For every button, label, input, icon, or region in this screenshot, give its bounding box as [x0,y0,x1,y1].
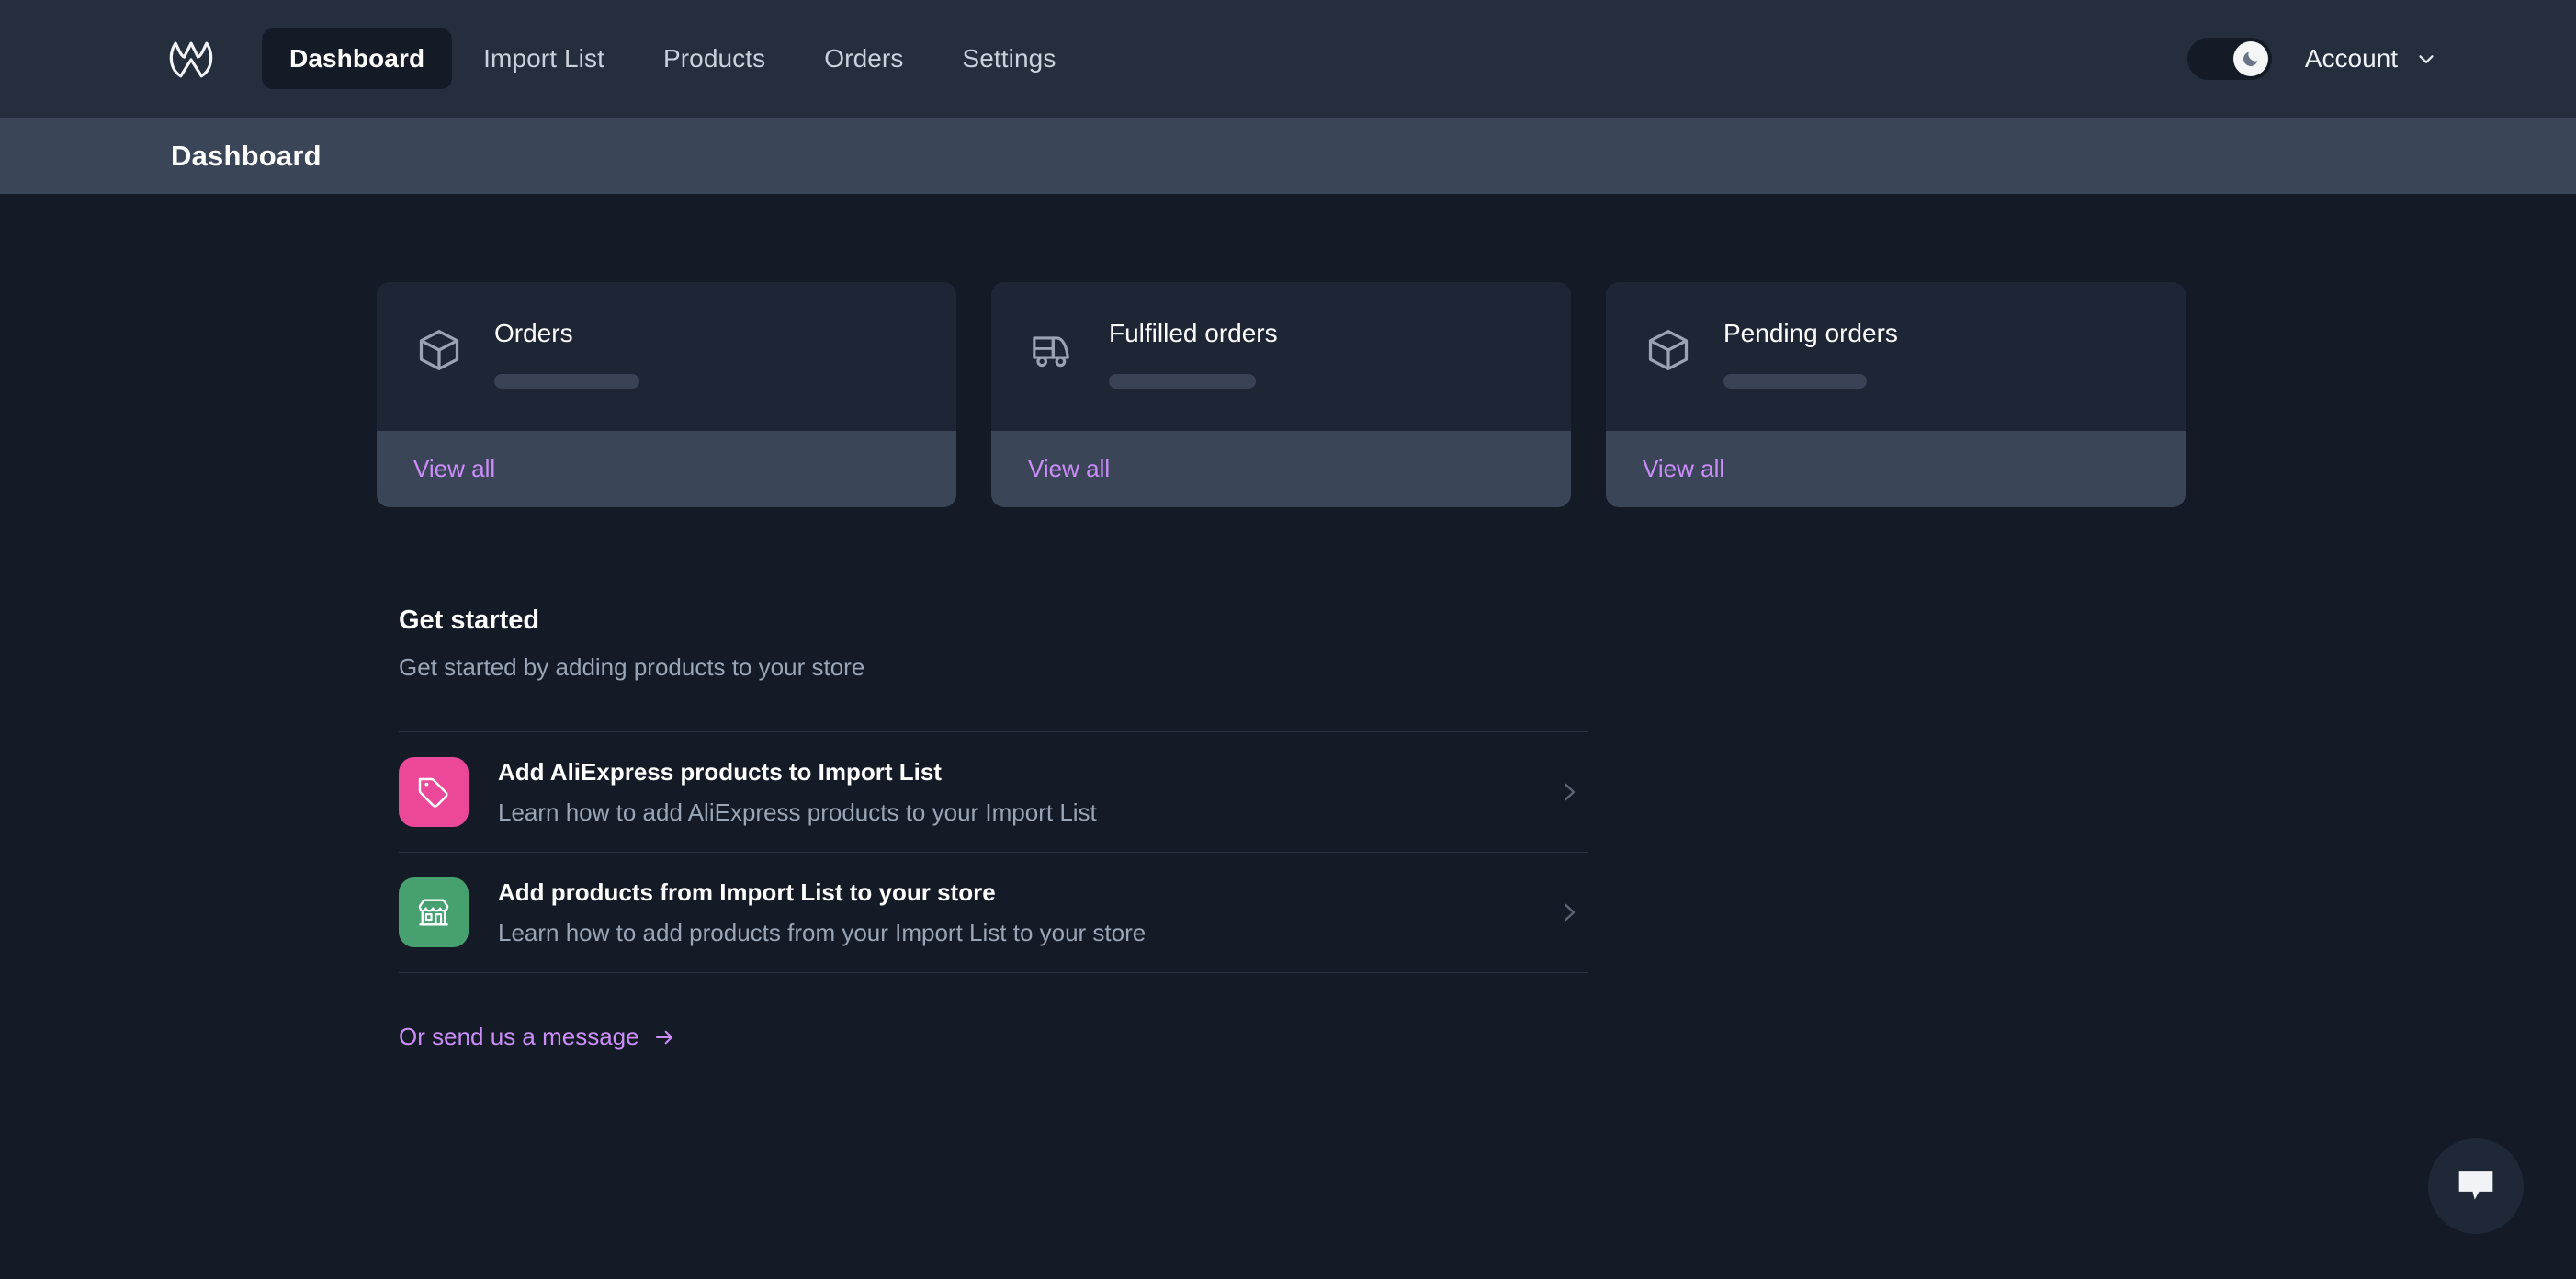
account-menu[interactable]: Account [2305,44,2438,74]
app-logo[interactable] [161,28,221,89]
send-us-a-message-label: Or send us a message [399,1023,639,1050]
view-all-link[interactable]: View all [413,455,495,482]
get-started-list: Add AliExpress products to Import List L… [399,731,1588,973]
stat-card-fulfilled-orders: Fulfilled orders View all [991,282,1571,507]
main-content: Orders View all Fulfilled orders View al… [0,194,2576,1051]
account-label: Account [2304,44,2398,73]
list-item-body: Add AliExpress products to Import List L… [498,758,1526,827]
stat-card-body: Orders [377,282,956,431]
nav-link-settings[interactable]: Settings [934,28,1083,89]
theme-toggle[interactable] [2186,38,2272,80]
wayfair-w-logo-icon [169,41,213,78]
theme-toggle-knob [2232,41,2268,76]
get-started-subtitle: Get started by adding products to your s… [399,653,865,681]
nav-link-dashboard[interactable]: Dashboard [262,28,453,89]
box-icon [413,324,465,376]
stat-card-title: Fulfilled orders [1109,319,1278,347]
top-navbar: Dashboard Import List Products Orders Se… [0,0,2576,118]
stat-card-text: Orders [494,317,920,389]
send-us-a-message-link[interactable]: Or send us a message [399,1023,676,1051]
nav-link-orders[interactable]: Orders [797,28,931,89]
stat-card-body: Pending orders [1606,282,2186,431]
stat-card-footer[interactable]: View all [377,431,956,507]
stat-card-footer[interactable]: View all [1606,431,2186,507]
page-title: Dashboard [171,139,322,172]
stat-card-title: Orders [494,319,573,347]
get-started-section: Get started Get started by adding produc… [399,606,1588,1051]
view-all-link[interactable]: View all [1643,455,1724,482]
page-header-bar: Dashboard [0,118,2576,194]
stat-card-text: Fulfilled orders [1109,317,1534,389]
navbar-right-group: Account [2186,38,2539,80]
nav-link-products[interactable]: Products [636,28,793,89]
truck-icon [1028,324,1079,376]
get-started-title: Get started [399,606,540,635]
chat-widget-button[interactable] [2428,1138,2524,1234]
arrow-right-icon [655,1030,672,1044]
box-icon [1643,324,1694,376]
list-item-description: Learn how to add AliExpress products to … [498,798,1097,826]
chevron-right-icon[interactable] [1555,899,1583,926]
view-all-link[interactable]: View all [1028,455,1110,482]
stat-card-value-skeleton [1723,374,1867,389]
chevron-down-icon [2419,55,2434,63]
stat-cards-row: Orders View all Fulfilled orders View al… [0,194,2576,507]
nav-links: Dashboard Import List Products Orders Se… [262,28,1083,89]
moon-icon [2243,51,2258,66]
chat-bubble-icon [2458,1171,2493,1200]
list-item-title: Add AliExpress products to Import List [498,757,942,786]
nav-link-import-list[interactable]: Import List [456,28,632,89]
list-item-add-products-to-store[interactable]: Add products from Import List to your st… [399,853,1588,973]
stat-card-orders: Orders View all [377,282,956,507]
stat-card-footer[interactable]: View all [991,431,1571,507]
stat-card-value-skeleton [494,374,639,389]
stat-card-pending-orders: Pending orders View all [1606,282,2186,507]
stat-card-title: Pending orders [1723,319,1898,347]
list-item-title: Add products from Import List to your st… [498,877,996,906]
list-item-add-aliexpress-products[interactable]: Add AliExpress products to Import List L… [399,732,1588,853]
list-item-description: Learn how to add products from your Impo… [498,918,1147,946]
storefront-icon [399,877,469,947]
chevron-right-icon[interactable] [1555,778,1583,806]
price-tag-icon [399,757,469,827]
list-item-body: Add products from Import List to your st… [498,878,1526,947]
stat-card-value-skeleton [1109,374,1256,389]
stat-card-text: Pending orders [1723,317,2149,389]
stat-card-body: Fulfilled orders [991,282,1571,431]
